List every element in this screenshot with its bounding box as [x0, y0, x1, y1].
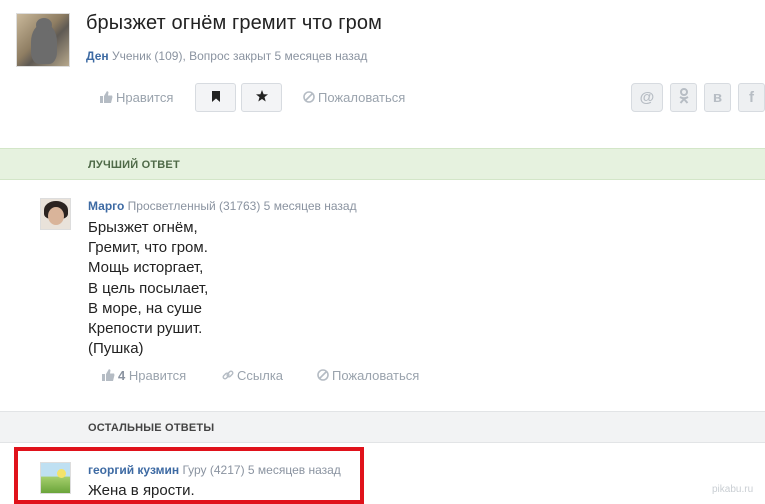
best-answer-meta: Марго Просветленный (31763) 5 месяцев на…: [88, 199, 357, 213]
bookmark-button[interactable]: [195, 83, 236, 112]
like-label: Нравится: [116, 90, 174, 105]
answer-line: Мощь исторгает,: [88, 259, 204, 277]
thumbs-up-icon: [102, 369, 115, 384]
other-answers-header: ОСТАЛЬНЫЕ ОТВЕТЫ: [0, 411, 765, 443]
highlight-box: [14, 447, 364, 504]
best-answer-report-label: Пожаловаться: [332, 368, 420, 383]
best-answer-header: ЛУЧШИЙ ОТВЕТ: [0, 148, 765, 180]
share-mail-button[interactable]: @: [631, 83, 663, 112]
share-vk-button[interactable]: в: [704, 83, 731, 112]
cat-photo: [31, 18, 57, 64]
report-button[interactable]: Пожаловаться: [303, 90, 405, 106]
share-ok-button[interactable]: [670, 83, 697, 112]
best-answer-like-label: Нравится: [128, 368, 187, 383]
link-icon: [222, 369, 234, 384]
answer-line: Крепости рушит.: [88, 320, 203, 338]
best-answer-meta-text: Просветленный (31763) 5 месяцев назад: [127, 199, 357, 213]
best-answer-author-link[interactable]: Марго: [88, 199, 124, 213]
block-icon: [317, 369, 329, 384]
question-author-avatar[interactable]: [16, 13, 70, 67]
star-icon: [255, 90, 268, 105]
best-answer-link-button[interactable]: Ссылка: [222, 368, 283, 384]
best-answer-text: Брызжет огнём, Гремит, что гром. Мощь ис…: [88, 218, 208, 359]
question-actions: Нравится Пожаловаться @ в f: [0, 82, 765, 112]
answer-line: (Пушка): [88, 340, 144, 358]
answer-line: В море, на суше: [88, 299, 203, 317]
answer-line: В цель посылает,: [88, 279, 209, 297]
question-meta: Ден Ученик (109), Вопрос закрыт 5 месяце…: [86, 49, 367, 63]
best-answer-like-button[interactable]: 4 Нравится: [102, 368, 186, 384]
mail-at-icon: @: [639, 89, 655, 106]
best-answer-label: ЛУЧШИЙ ОТВЕТ: [88, 159, 180, 171]
best-answer-report-button[interactable]: Пожаловаться: [317, 368, 419, 384]
answer-line: Брызжет огнём,: [88, 219, 198, 236]
avatar-face: [48, 207, 64, 225]
share-facebook-button[interactable]: f: [738, 83, 765, 112]
vk-icon: в: [712, 89, 723, 106]
other-answers-label: ОСТАЛЬНЫЕ ОТВЕТЫ: [88, 422, 215, 434]
odnoklassniki-icon: [678, 87, 689, 108]
best-answer-avatar[interactable]: [40, 198, 71, 230]
best-answer-actions: 4 Нравится Ссылка Пожаловаться: [0, 366, 765, 386]
like-button[interactable]: Нравится: [100, 90, 173, 106]
question-meta-text: Ученик (109), Вопрос закрыт 5 месяцев на…: [111, 49, 368, 63]
facebook-icon: f: [749, 89, 754, 106]
answer-line: Гремит, что гром.: [88, 239, 208, 257]
thumbs-up-icon: [100, 91, 113, 106]
block-icon: [303, 91, 315, 106]
likes-count: 4: [118, 368, 126, 383]
question-title: брызжет огнём гремит что гром: [86, 12, 382, 34]
favorite-button[interactable]: [241, 83, 282, 112]
best-answer-link-label: Ссылка: [237, 368, 284, 383]
question-author-link[interactable]: Ден: [86, 49, 109, 63]
bookmark-icon: [211, 90, 221, 105]
watermark: pikabu.ru: [712, 484, 754, 495]
report-label: Пожаловаться: [318, 90, 406, 105]
